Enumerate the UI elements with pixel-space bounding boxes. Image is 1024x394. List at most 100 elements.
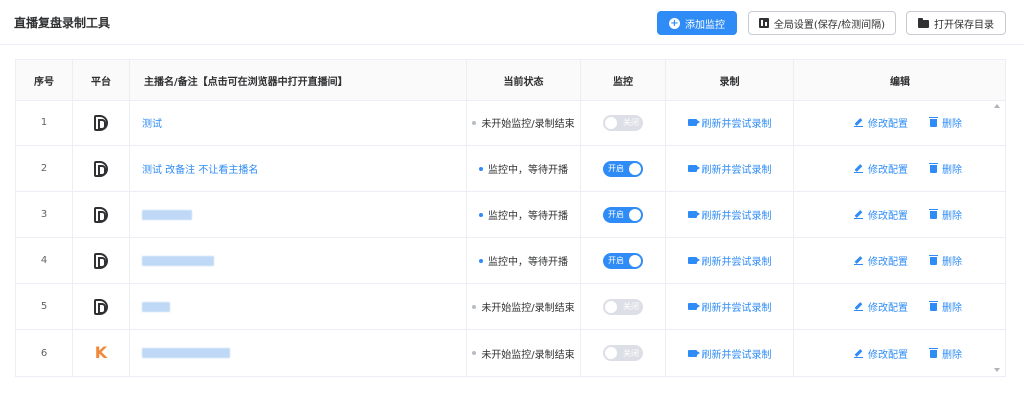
row-monitor: 开启 bbox=[581, 146, 666, 191]
status-dot-icon bbox=[472, 120, 477, 125]
open-save-dir-button[interactable]: 打开保存目录 bbox=[906, 11, 1006, 35]
trash-icon bbox=[929, 301, 938, 311]
monitor-toggle-label: 开启 bbox=[608, 164, 624, 173]
monitor-toggle[interactable]: 关闭 bbox=[603, 298, 643, 315]
status-indicator: 监控中，等待开播 bbox=[479, 161, 568, 176]
monitor-toggle-label: 关闭 bbox=[623, 348, 639, 358]
row-status: 监控中，等待开播 bbox=[467, 146, 581, 191]
add-monitor-button[interactable]: + 添加监控 bbox=[657, 11, 737, 35]
trash-icon bbox=[929, 117, 938, 127]
edit-config-button[interactable]: 修改配置 bbox=[854, 346, 908, 361]
douyin-logo-icon bbox=[94, 206, 108, 223]
refresh-record-label: 刷新并尝试录制 bbox=[701, 165, 772, 176]
status-dot-icon bbox=[472, 351, 477, 355]
row-index: 2 bbox=[16, 146, 73, 191]
refresh-record-button[interactable]: 刷新并尝试录制 bbox=[687, 346, 772, 361]
video-camera-icon bbox=[687, 257, 700, 264]
refresh-record-label: 刷新并尝试录制 bbox=[701, 349, 772, 361]
edit-config-label: 修改配置 bbox=[868, 303, 908, 314]
plus-circle-icon: + bbox=[669, 17, 680, 29]
toggle-knob bbox=[629, 162, 641, 175]
delete-label: 删除 bbox=[942, 303, 962, 314]
top-bar: 直播复盘录制工具 + 添加监控 全局设置(保存/检测间隔) 打开保存目录 bbox=[0, 0, 1024, 45]
status-text: 未开始监控/录制结束 bbox=[481, 303, 575, 314]
edit-config-label: 修改配置 bbox=[868, 119, 908, 130]
kuaishou-logo-icon: K bbox=[94, 343, 108, 362]
video-camera-icon bbox=[687, 211, 700, 218]
delete-label: 删除 bbox=[942, 257, 962, 268]
table-row: 4 监控中，等待开播 开启 刷新并尝试录制 修改配置 删除 bbox=[16, 238, 1005, 284]
refresh-record-label: 刷新并尝试录制 bbox=[701, 257, 772, 268]
row-record: 刷新并尝试录制 bbox=[666, 238, 794, 283]
pencil-icon bbox=[854, 118, 863, 127]
header-monitor: 监控 bbox=[581, 60, 666, 100]
toggle-knob bbox=[605, 116, 617, 129]
monitor-toggle[interactable]: 开启 bbox=[603, 206, 643, 223]
monitor-toggle[interactable]: 开启 bbox=[603, 160, 643, 177]
delete-button[interactable]: 删除 bbox=[929, 253, 962, 268]
refresh-record-button[interactable]: 刷新并尝试录制 bbox=[687, 161, 772, 176]
status-indicator: 监控中，等待开播 bbox=[479, 207, 568, 222]
streamer-name-link[interactable]: 测试 bbox=[142, 115, 162, 130]
refresh-record-button[interactable]: 刷新并尝试录制 bbox=[687, 299, 772, 314]
delete-button[interactable]: 删除 bbox=[929, 161, 962, 176]
refresh-record-label: 刷新并尝试录制 bbox=[701, 303, 772, 314]
row-status: 监控中，等待开播 bbox=[467, 192, 581, 237]
row-name: 测试 bbox=[130, 100, 467, 145]
toggle-knob bbox=[629, 254, 641, 267]
row-record: 刷新并尝试录制 bbox=[666, 146, 794, 191]
header-record: 录制 bbox=[666, 60, 794, 100]
monitor-toggle[interactable]: 开启 bbox=[603, 252, 643, 269]
delete-button[interactable]: 删除 bbox=[929, 115, 962, 130]
refresh-record-label: 刷新并尝试录制 bbox=[701, 211, 772, 222]
douyin-logo-icon bbox=[94, 114, 108, 131]
table-row: 1 测试 未开始监控/录制结束 关闭 刷新并尝试录制 修改配置 删除 bbox=[16, 100, 1005, 146]
monitor-toggle-label: 开启 bbox=[608, 256, 624, 265]
redacted-name bbox=[142, 348, 230, 358]
status-dot-icon bbox=[479, 166, 483, 171]
scroll-up-icon[interactable] bbox=[994, 104, 1000, 108]
header-status: 当前状态 bbox=[467, 60, 581, 100]
row-status: 未开始监控/录制结束 bbox=[467, 330, 581, 376]
global-settings-button[interactable]: 全局设置(保存/检测间隔) bbox=[748, 11, 896, 35]
redacted-name bbox=[142, 255, 214, 266]
redacted-name bbox=[142, 209, 192, 220]
header-edit: 编辑 bbox=[890, 76, 910, 88]
monitor-toggle[interactable]: 关闭 bbox=[603, 345, 643, 361]
edit-config-button[interactable]: 修改配置 bbox=[854, 115, 908, 130]
row-platform bbox=[73, 192, 130, 237]
edit-config-button[interactable]: 修改配置 bbox=[854, 299, 908, 314]
row-platform: K bbox=[73, 330, 130, 376]
streamer-name-link[interactable]: 测试 改备注 不让看主播名 bbox=[142, 161, 258, 176]
status-dot-icon bbox=[472, 304, 477, 309]
row-platform bbox=[73, 238, 130, 283]
delete-label: 删除 bbox=[942, 119, 962, 130]
pencil-icon bbox=[854, 256, 863, 265]
row-monitor: 开启 bbox=[581, 192, 666, 237]
delete-button[interactable]: 删除 bbox=[929, 299, 962, 314]
douyin-logo-icon bbox=[94, 160, 108, 177]
vertical-scrollbar[interactable] bbox=[993, 100, 1001, 376]
refresh-record-button[interactable]: 刷新并尝试录制 bbox=[687, 207, 772, 222]
pencil-icon bbox=[854, 164, 863, 173]
refresh-record-button[interactable]: 刷新并尝试录制 bbox=[687, 115, 772, 130]
row-monitor: 关闭 bbox=[581, 284, 666, 329]
monitor-toggle[interactable]: 关闭 bbox=[603, 114, 643, 131]
row-record: 刷新并尝试录制 bbox=[666, 330, 794, 376]
edit-config-button[interactable]: 修改配置 bbox=[854, 207, 908, 222]
status-text: 监控中，等待开播 bbox=[488, 211, 568, 222]
status-indicator: 监控中，等待开播 bbox=[479, 253, 568, 268]
row-edit: 修改配置 删除 bbox=[794, 100, 1005, 145]
refresh-record-button[interactable]: 刷新并尝试录制 bbox=[687, 253, 772, 268]
edit-config-button[interactable]: 修改配置 bbox=[854, 161, 908, 176]
scroll-down-icon[interactable] bbox=[994, 368, 1000, 372]
delete-button[interactable]: 删除 bbox=[929, 207, 962, 222]
delete-label: 删除 bbox=[942, 165, 962, 176]
pencil-icon bbox=[854, 349, 863, 358]
status-indicator: 未开始监控/录制结束 bbox=[472, 299, 575, 314]
delete-button[interactable]: 删除 bbox=[929, 346, 962, 361]
edit-config-button[interactable]: 修改配置 bbox=[854, 253, 908, 268]
row-platform bbox=[73, 284, 130, 329]
douyin-logo-icon bbox=[94, 298, 108, 315]
table-row: 5 未开始监控/录制结束 关闭 刷新并尝试录制 修改配置 删除 bbox=[16, 284, 1005, 330]
